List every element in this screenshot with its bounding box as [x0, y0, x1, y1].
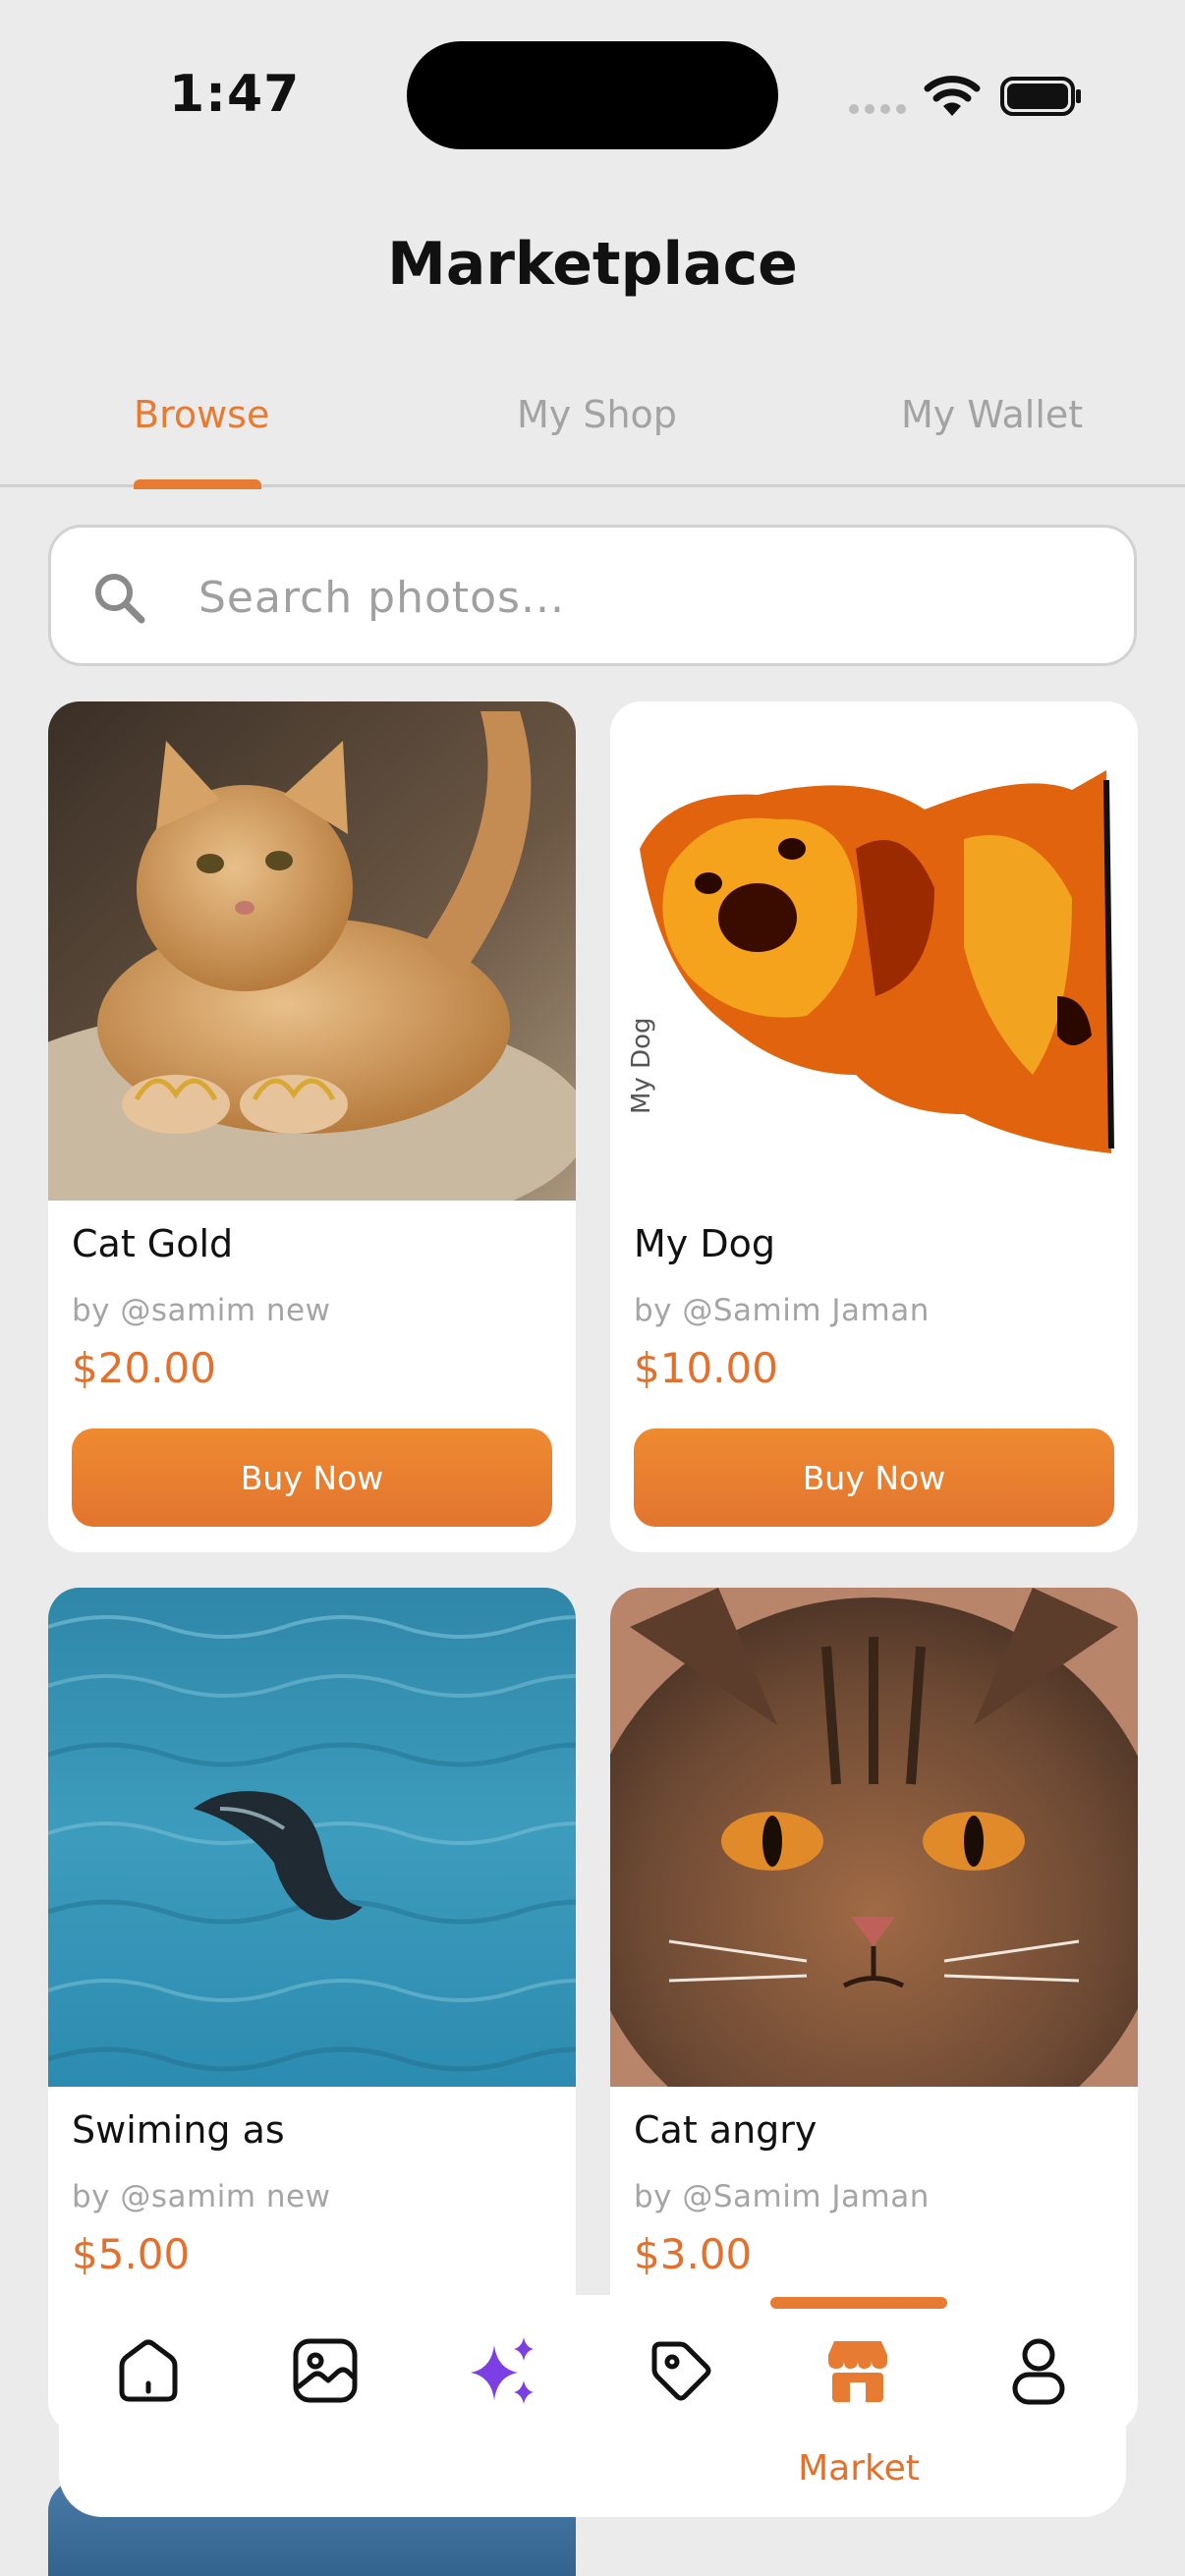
nav-profile[interactable]: [994, 2326, 1083, 2415]
home-icon: [119, 2339, 178, 2402]
wifi-icon: [924, 76, 981, 116]
product-title: My Dog: [634, 1222, 775, 1265]
battery-icon: [1000, 77, 1081, 116]
nav-offers[interactable]: [637, 2326, 725, 2415]
gallery-icon: [293, 2338, 358, 2403]
product-title: Cat Gold: [72, 1222, 234, 1265]
product-author[interactable]: by @Samim Jaman: [634, 2179, 930, 2214]
product-image-angry-cat[interactable]: [610, 1588, 1138, 2087]
product-price: $20.00: [72, 1344, 216, 1392]
product-title: Swiming as: [72, 2108, 285, 2152]
tab-bar: Browse My Shop My Wallet: [0, 364, 1185, 489]
buy-now-button[interactable]: Buy Now: [72, 1428, 552, 1527]
tag-icon: [651, 2341, 711, 2401]
active-tab-indicator: [134, 479, 261, 489]
nav-gallery[interactable]: [281, 2326, 369, 2415]
product-price: $5.00: [72, 2230, 191, 2278]
product-author[interactable]: by @Samim Jaman: [634, 1293, 930, 1328]
product-author[interactable]: by @samim new: [72, 1293, 330, 1328]
product-title: Cat angry: [634, 2108, 818, 2152]
tab-my-wallet[interactable]: My Wallet: [901, 393, 1083, 436]
product-card[interactable]: Cat Gold by @samim new $20.00 Buy Now: [48, 701, 576, 1552]
product-price: $3.00: [634, 2230, 753, 2278]
nav-home[interactable]: [104, 2326, 193, 2415]
nav-market[interactable]: [814, 2326, 902, 2415]
profile-icon: [1012, 2338, 1065, 2405]
dynamic-island: [407, 41, 778, 149]
search-icon: [95, 574, 145, 624]
status-time: 1:47: [169, 65, 301, 124]
tab-browse[interactable]: Browse: [134, 393, 269, 436]
nav-market-label[interactable]: Market: [770, 2448, 947, 2489]
product-image-dog[interactable]: My Dog: [610, 701, 1138, 1201]
product-card[interactable]: My Dog My Dog by @Samim Jaman $10.00 Buy…: [610, 701, 1138, 1552]
search-input[interactable]: [198, 563, 1083, 632]
store-icon: [828, 2341, 887, 2402]
product-author[interactable]: by @samim new: [72, 2179, 330, 2214]
product-image-cat[interactable]: [48, 701, 576, 1201]
active-nav-indicator: [770, 2297, 947, 2309]
sparkles-icon: [471, 2337, 534, 2404]
nav-ai-create[interactable]: [460, 2326, 548, 2415]
bottom-navigation: [59, 2295, 1126, 2517]
search-bar: [48, 525, 1137, 666]
cellular-signal-icon: [849, 104, 906, 114]
page-title: Marketplace: [387, 230, 798, 299]
buy-now-button[interactable]: Buy Now: [634, 1428, 1114, 1527]
tab-my-shop[interactable]: My Shop: [517, 393, 677, 436]
product-image-bird-swimming[interactable]: [48, 1588, 576, 2087]
product-price: $10.00: [634, 1344, 778, 1392]
image-caption: My Dog: [627, 1017, 656, 1114]
